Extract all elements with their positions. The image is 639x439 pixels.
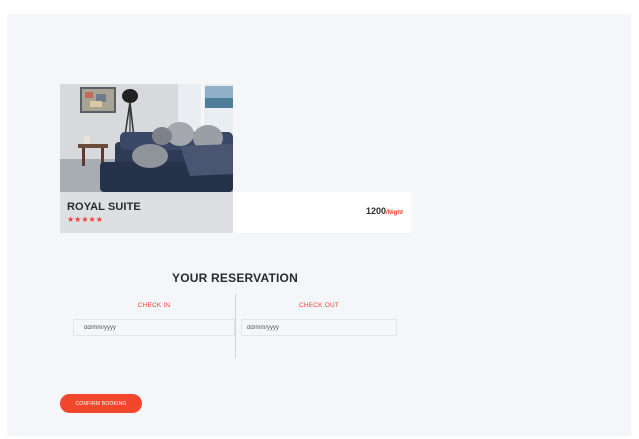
price-value: 1200	[365, 206, 386, 216]
star-rating-icon: ★★★★★	[67, 215, 103, 224]
room-price: 1200/Night	[366, 206, 403, 216]
check-out-date-input[interactable]	[241, 319, 397, 336]
check-in-label: CHECK IN	[137, 302, 171, 309]
check-in-date-input[interactable]	[73, 319, 235, 336]
room-name: ROYAL SUITE	[67, 201, 141, 213]
confirm-booking-button[interactable]: CONFIRM BOOKING	[60, 394, 142, 413]
price-box: 1200/Night	[233, 192, 411, 233]
reservation-title: YOUR RESERVATION	[172, 271, 298, 285]
column-divider	[235, 294, 236, 358]
page-background: ROYAL SUITE ★★★★★ 1200/Night YOUR RESERV…	[7, 14, 631, 436]
check-out-label: CHECK OUT	[298, 302, 340, 309]
price-unit: /Night	[386, 210, 403, 216]
room-image	[60, 84, 233, 192]
room-info: ROYAL SUITE ★★★★★	[60, 192, 233, 233]
